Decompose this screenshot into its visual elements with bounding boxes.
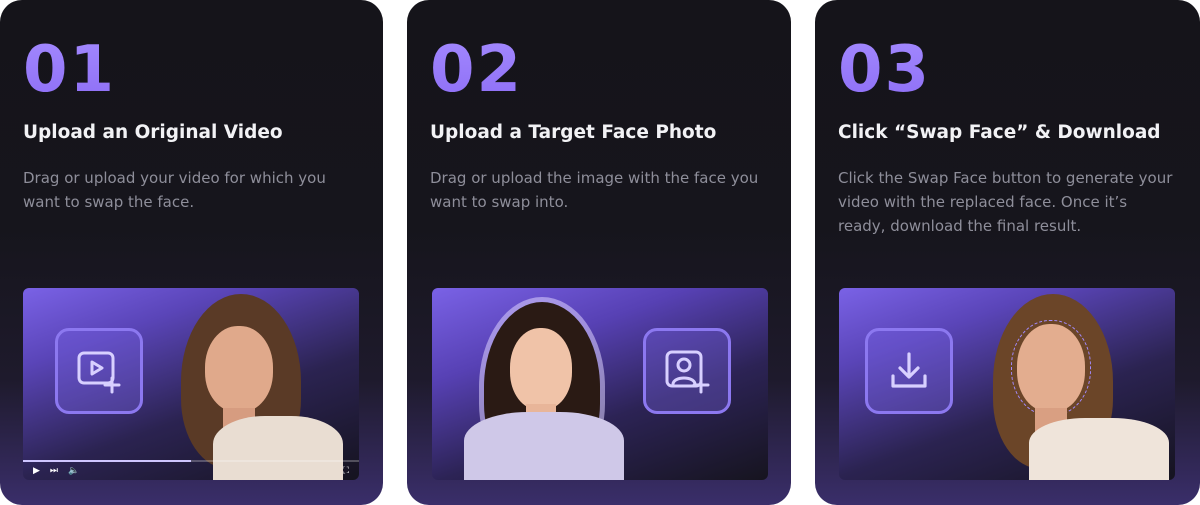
skip-next-icon[interactable]: ⏭ bbox=[50, 465, 58, 475]
step-title: Upload an Original Video bbox=[23, 122, 283, 143]
swapped-face-image bbox=[971, 288, 1175, 480]
step-title: Upload a Target Face Photo bbox=[430, 122, 717, 143]
photo-preview[interactable] bbox=[432, 288, 768, 480]
video-add-icon[interactable] bbox=[55, 328, 143, 414]
woman-photo-image bbox=[454, 294, 629, 480]
step-number: 02 bbox=[430, 30, 523, 110]
volume-icon[interactable]: 🔈 bbox=[68, 465, 79, 475]
step-number: 03 bbox=[838, 30, 931, 110]
video-preview[interactable]: ▶ ⏭ 🔈 ⛶ bbox=[23, 288, 359, 480]
step-card-3: 03 Click “Swap Face” & Download Click th… bbox=[815, 0, 1200, 505]
steps-section: 01 Upload an Original Video Drag or uplo… bbox=[0, 0, 1200, 505]
step-description: Drag or upload your video for which you … bbox=[23, 169, 326, 211]
photo-person-add-icon[interactable] bbox=[643, 328, 731, 414]
play-icon[interactable]: ▶ bbox=[33, 465, 40, 475]
step-title: Click “Swap Face” & Download bbox=[838, 122, 1161, 143]
face-detection-overlay bbox=[1011, 320, 1091, 416]
step-card-1: 01 Upload an Original Video Drag or uplo… bbox=[0, 0, 383, 505]
step-card-2: 02 Upload a Target Face Photo Drag or up… bbox=[407, 0, 791, 505]
step-number: 01 bbox=[23, 30, 116, 110]
result-preview[interactable] bbox=[839, 288, 1175, 480]
step-description: Click the Swap Face button to generate y… bbox=[838, 169, 1173, 235]
video-controls: ▶ ⏭ 🔈 ⛶ bbox=[23, 460, 359, 480]
fullscreen-icon[interactable]: ⛶ bbox=[343, 465, 349, 475]
download-icon[interactable] bbox=[865, 328, 953, 414]
woman-video-image bbox=[153, 288, 359, 480]
step-description: Drag or upload the image with the face y… bbox=[430, 169, 759, 211]
